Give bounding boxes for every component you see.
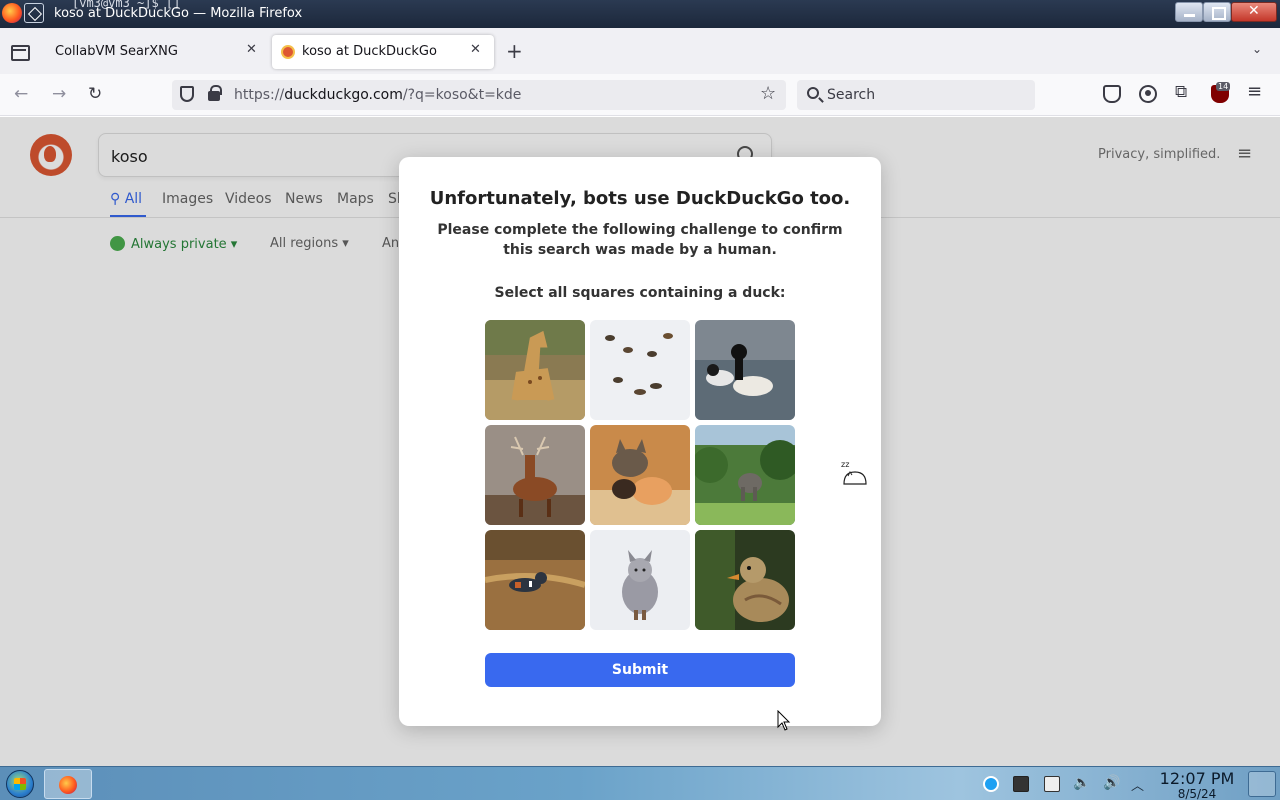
submit-button[interactable]: Submit [485, 653, 795, 687]
back-arrow-icon[interactable]: ← [14, 84, 28, 104]
modal-heading: Unfortunately, bots use DuckDuckGo too. [429, 188, 851, 209]
maximize-button[interactable] [1203, 2, 1231, 22]
firefox-logo-icon [2, 3, 22, 23]
challenge-tile-8-fox-in-snow[interactable] [590, 530, 690, 630]
show-desktop-button[interactable] [1248, 771, 1276, 797]
bookmark-star-icon[interactable]: ☆ [760, 83, 776, 104]
challenge-tile-3-ducks-on-water[interactable] [695, 320, 795, 420]
skype-tray-icon[interactable] [983, 776, 999, 792]
close-window-button[interactable] [1231, 2, 1277, 22]
account-icon[interactable] [1139, 85, 1157, 103]
tracking-shield-icon[interactable] [180, 86, 194, 102]
challenge-tile-4-deer[interactable] [485, 425, 585, 525]
window-titlebar: [vm3@vm3 ~]$ [] koso at DuckDuckGo — Moz… [0, 0, 1280, 28]
firefox-view-icon[interactable] [8, 40, 30, 62]
search-icon [807, 87, 819, 99]
close-tab-icon[interactable]: ✕ [470, 42, 481, 57]
tab-label: CollabVM SearXNG [55, 44, 178, 59]
window-menu-icon[interactable] [24, 3, 44, 23]
start-menu-button[interactable] [6, 770, 34, 798]
modal-instruction: Select all squares containing a duck: [494, 285, 786, 301]
challenge-tile-2-birds-on-snow[interactable] [590, 320, 690, 420]
tab-strip: CollabVM SearXNG ✕ koso at DuckDuckGo ✕ … [0, 28, 1280, 74]
clock-time[interactable]: 12:07 PM [1158, 769, 1236, 788]
lock-icon[interactable] [208, 85, 222, 101]
browser-search-bar[interactable] [797, 80, 1035, 110]
url-prefix: https:// [234, 87, 285, 103]
window-title: koso at DuckDuckGo — Mozilla Firefox [54, 6, 303, 21]
extensions-puzzle-icon[interactable]: ⧉ [1175, 82, 1193, 102]
forward-arrow-icon[interactable]: → [52, 84, 66, 104]
url-bar[interactable]: https://duckduckgo.com/?q=koso&t=kde ☆ [172, 80, 786, 110]
tab-collabvm-searxng[interactable]: CollabVM SearXNG ✕ [44, 35, 268, 69]
ublock-blocked-count-badge: 14 [1216, 82, 1231, 91]
bot-challenge-modal: Unfortunately, bots use DuckDuckGo too. … [399, 157, 881, 726]
minimize-button[interactable] [1175, 2, 1203, 22]
url-path: /?q=koso&t=kde [402, 87, 522, 103]
hamburger-menu-icon[interactable]: ≡ [1247, 81, 1265, 102]
tab-duckduckgo[interactable]: koso at DuckDuckGo ✕ [272, 35, 494, 69]
chevron-up-icon[interactable]: ︿ [1131, 775, 1147, 794]
sleeping-cat-icon: zz [841, 460, 867, 485]
close-tab-icon[interactable]: ✕ [246, 42, 257, 57]
challenge-tile-1-giraffe[interactable] [485, 320, 585, 420]
new-tab-plus-icon[interactable]: + [506, 39, 523, 63]
reload-icon[interactable]: ↻ [88, 84, 102, 104]
mouse-pointer-icon [777, 710, 791, 731]
challenge-tile-9-mallard-duck[interactable] [695, 530, 795, 630]
taskbar-firefox-button[interactable] [44, 769, 92, 799]
modal-subtext: Please complete the following challenge … [437, 222, 843, 258]
chevron-down-icon[interactable]: ⌄ [1252, 42, 1262, 56]
url-host: duckduckgo.com [284, 87, 403, 103]
navigation-toolbar: ← → ↻ https://duckduckgo.com/?q=koso&t=k… [0, 74, 1280, 116]
clipboard-tray-icon[interactable] [1044, 776, 1060, 792]
os-taskbar: 🔈 🔊 ︿ 12:07 PM 8/5/24 [0, 766, 1280, 800]
svg-text:zz: zz [841, 460, 849, 469]
tab-label: koso at DuckDuckGo [302, 44, 437, 59]
volume-muted-icon[interactable]: 🔈 [1073, 775, 1090, 791]
challenge-tile-7-harlequin-duck[interactable] [485, 530, 585, 630]
url-text[interactable]: https://duckduckgo.com/?q=koso&t=kde [234, 87, 521, 103]
challenge-tile-5-cats[interactable] [590, 425, 690, 525]
pocket-icon[interactable] [1103, 85, 1121, 103]
challenge-tile-6-elephant-in-forest[interactable] [695, 425, 795, 525]
browser-search-input[interactable] [827, 86, 1027, 104]
volume-icon[interactable]: 🔊 [1103, 775, 1120, 791]
duckduckgo-favicon-icon [281, 45, 295, 59]
terminal-tray-icon[interactable] [1013, 776, 1029, 792]
clock-date[interactable]: 8/5/24 [1158, 787, 1236, 800]
